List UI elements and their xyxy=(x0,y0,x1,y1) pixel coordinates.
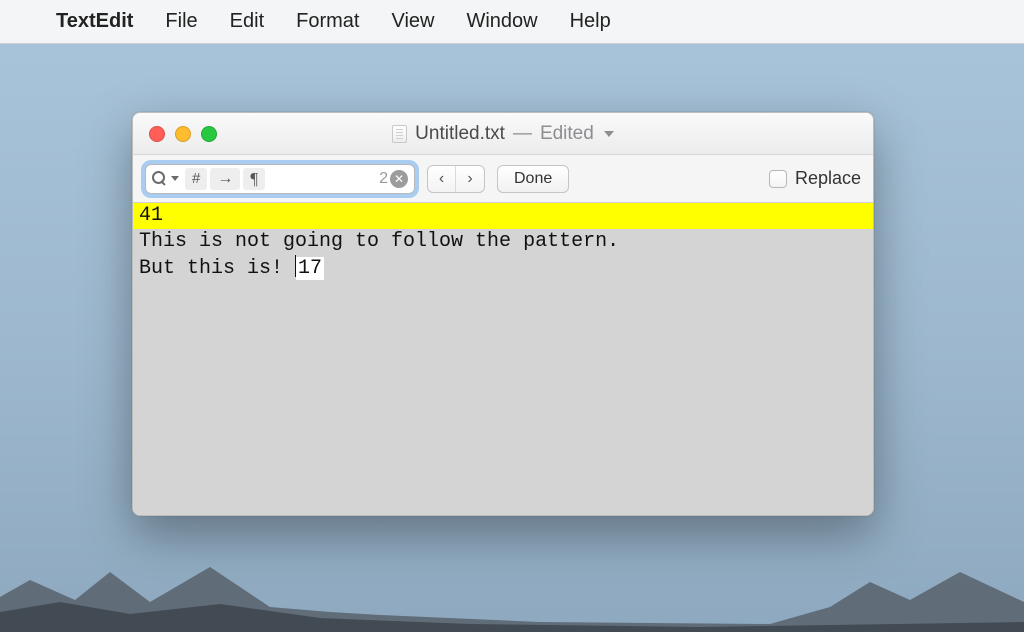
pattern-token-tab[interactable] xyxy=(210,168,240,190)
find-nav: ‹ › xyxy=(427,165,485,193)
window-title: Untitled.txt — Edited xyxy=(133,123,873,145)
search-options-dropdown-icon[interactable] xyxy=(171,176,179,181)
find-bar: # ¶ 2 ✕ ‹ › Done Replace xyxy=(133,155,873,203)
menu-help[interactable]: Help xyxy=(554,10,627,33)
text-editor[interactable]: 41 This is not going to follow the patte… xyxy=(133,203,873,515)
menu-app[interactable]: TextEdit xyxy=(50,10,149,33)
title-status: Edited xyxy=(540,123,594,145)
menu-edit[interactable]: Edit xyxy=(214,10,280,33)
menu-file[interactable]: File xyxy=(149,10,213,33)
clear-search-icon[interactable]: ✕ xyxy=(390,170,408,188)
editor-line-3-prefix: But this is! xyxy=(139,257,295,280)
editor-line-1[interactable]: 41 xyxy=(133,203,873,229)
menu-window[interactable]: Window xyxy=(450,10,553,33)
menu-view[interactable]: View xyxy=(375,10,450,33)
close-button-icon[interactable] xyxy=(149,126,165,142)
menubar: TextEdit File Edit Format View Window He… xyxy=(0,0,1024,44)
replace-toggle-group: Replace xyxy=(769,168,861,189)
replace-checkbox[interactable] xyxy=(769,170,787,188)
minimize-button-icon[interactable] xyxy=(175,126,191,142)
title-sep: — xyxy=(513,123,532,145)
pattern-token-paragraph[interactable]: ¶ xyxy=(243,168,265,190)
editor-line-3-match: 17 xyxy=(296,257,324,280)
replace-label: Replace xyxy=(795,168,861,189)
find-next-button[interactable]: › xyxy=(456,166,484,192)
zoom-button-icon[interactable] xyxy=(201,126,217,142)
traffic-lights xyxy=(133,126,217,142)
search-icon[interactable] xyxy=(152,171,168,187)
editor-line-2[interactable]: This is not going to follow the pattern. xyxy=(133,229,873,255)
menu-format[interactable]: Format xyxy=(280,10,375,33)
titlebar[interactable]: Untitled.txt — Edited xyxy=(133,113,873,155)
done-button[interactable]: Done xyxy=(497,165,569,193)
search-field[interactable]: # ¶ 2 ✕ xyxy=(145,164,415,194)
document-window: Untitled.txt — Edited # ¶ 2 ✕ ‹ › Done R… xyxy=(132,112,874,516)
document-icon xyxy=(392,125,407,143)
chevron-down-icon[interactable] xyxy=(604,131,614,137)
title-filename: Untitled.txt xyxy=(415,123,505,145)
pattern-token-number[interactable]: # xyxy=(185,168,207,190)
editor-line-3[interactable]: But this is! 17 xyxy=(133,255,873,282)
match-count: 2 xyxy=(379,170,388,188)
wallpaper-mountains xyxy=(0,552,1024,632)
find-previous-button[interactable]: ‹ xyxy=(428,166,456,192)
